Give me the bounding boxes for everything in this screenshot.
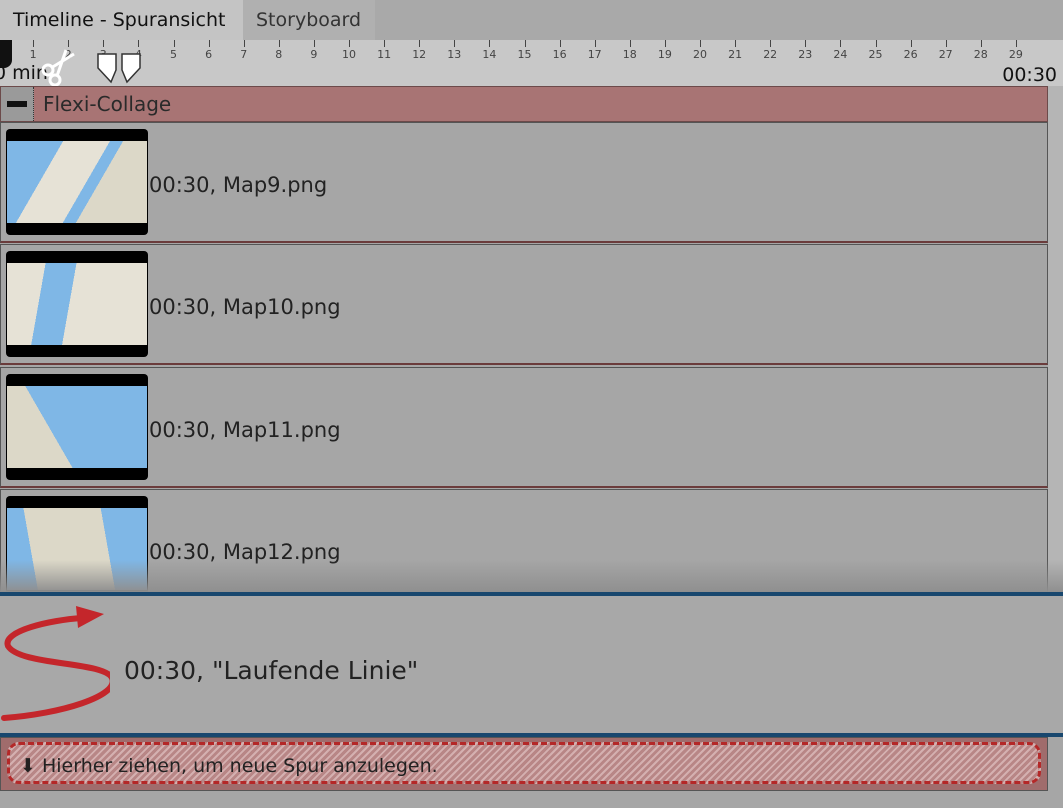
ruler-tick-label: 21 xyxy=(728,48,743,61)
arrow-down-icon: ⬇ xyxy=(20,755,36,777)
ruler-tick xyxy=(33,40,35,47)
ruler-tick xyxy=(910,40,912,47)
scroll-fade xyxy=(0,560,1063,592)
ruler-tick xyxy=(524,40,526,47)
clip-label: 00:30, Map11.png xyxy=(149,418,341,442)
ruler-tick xyxy=(664,40,666,47)
range-marker-icon[interactable] xyxy=(96,52,142,84)
map-thumbnail xyxy=(6,251,148,357)
ruler-tick xyxy=(243,40,245,47)
drop-zone-label: Hierher ziehen, um neue Spur anzulegen. xyxy=(41,755,438,777)
ruler-tick xyxy=(489,40,491,47)
ruler-tick xyxy=(735,40,737,47)
ruler-tick-label: 23 xyxy=(798,48,813,61)
ruler-tick-label: 20 xyxy=(693,48,707,61)
ruler-tick xyxy=(840,40,842,47)
ruler-tick-label: 10 xyxy=(342,48,356,61)
ruler-end-label: 00:30 xyxy=(1002,64,1057,86)
ruler-tick-label: 25 xyxy=(868,48,883,61)
scissors-icon[interactable] xyxy=(38,48,78,86)
ruler-tick-label: 17 xyxy=(587,48,602,61)
ruler-tick xyxy=(1015,40,1017,47)
ruler-tick-label: 8 xyxy=(275,48,283,61)
ruler-tick-label: 19 xyxy=(657,48,672,61)
ruler-tick-label: 13 xyxy=(447,48,462,61)
ruler-tick-label: 16 xyxy=(552,48,567,61)
time-ruler[interactable]: 29 28 27 26 25 24 23 22 21 20 19 18 17 16 15 14 13 12 11 10… xyxy=(0,40,1063,86)
ruler-tick xyxy=(805,40,807,47)
ruler-tick-label: 1 xyxy=(29,48,37,61)
ruler-tick xyxy=(208,40,210,47)
group-title: Flexi-Collage xyxy=(43,92,172,116)
track-scroll-gutter xyxy=(1048,86,1063,592)
ruler-tick-label: 15 xyxy=(517,48,532,61)
ruler-tick xyxy=(349,40,350,47)
ruler-tick xyxy=(313,40,315,47)
minus-icon[interactable] xyxy=(1,87,34,121)
ruler-tick-label: 22 xyxy=(763,48,778,61)
tab-timeline[interactable]: Timeline - Spuransicht xyxy=(0,0,243,40)
clip-map9[interactable]: 00:30, Map9.png xyxy=(0,122,1048,243)
ruler-tick-label: 11 xyxy=(377,48,392,61)
ruler-tick-label: 12 xyxy=(412,48,427,61)
ruler-tick-label: 18 xyxy=(622,48,637,61)
ruler-tick xyxy=(278,40,280,47)
ruler-tick xyxy=(454,40,456,47)
ruler-tick xyxy=(173,40,175,47)
ruler-tick-label: 7 xyxy=(240,48,248,61)
ruler-tick xyxy=(419,40,421,47)
map-thumbnail xyxy=(6,129,148,235)
ruler-tick-label: 6 xyxy=(205,48,213,61)
ruler-tick xyxy=(68,40,70,47)
tab-bar: Timeline - Spuransicht Storyboard xyxy=(0,0,1063,40)
ruler-tick xyxy=(770,40,772,47)
ruler-tick-label: 26 xyxy=(903,48,918,61)
ruler-tick-label: 24 xyxy=(833,48,848,61)
ruler-tick xyxy=(559,40,561,47)
ruler-tick-label: 28 xyxy=(973,48,988,61)
new-track-drop-zone[interactable]: ⬇ Hierher ziehen, um neue Spur anzulegen… xyxy=(0,737,1048,791)
clip-map11[interactable]: 00:30, Map11.png xyxy=(0,367,1048,488)
ruler-tick xyxy=(138,40,140,47)
drop-zone-area[interactable]: ⬇ Hierher ziehen, um neue Spur anzulegen… xyxy=(7,742,1041,784)
clip-label: 00:30, Map10.png xyxy=(149,295,341,319)
ruler-tick-label: 9 xyxy=(310,48,318,61)
ruler-tick-label: 5 xyxy=(170,48,177,61)
ruler-tick-label: 14 xyxy=(482,48,497,61)
ruler-tick xyxy=(875,40,877,47)
clip-map10[interactable]: 00:30, Map10.png xyxy=(0,244,1048,365)
ruler-tick xyxy=(700,40,701,47)
tab-storyboard[interactable]: Storyboard xyxy=(243,0,375,40)
flexi-collage-group-header[interactable]: Flexi-Collage xyxy=(0,86,1048,122)
map-thumbnail xyxy=(6,374,148,480)
ruler-tick xyxy=(384,40,386,47)
text-track-label: 00:30, "Laufende Linie" xyxy=(124,656,419,685)
ruler-tick-label: 29 xyxy=(1008,48,1023,61)
ruler-tick xyxy=(594,40,596,47)
ruler-tick xyxy=(945,40,947,47)
ruler-tick xyxy=(629,40,631,47)
running-line-arrow-icon xyxy=(1,606,110,721)
clip-label: 00:30, Map9.png xyxy=(149,173,328,197)
ruler-tick-label: 27 xyxy=(938,48,953,61)
text-track-laufende-linie[interactable]: 00:30, "Laufende Linie" xyxy=(0,596,1063,733)
ruler-tick xyxy=(103,40,105,47)
ruler-tick xyxy=(980,40,982,47)
